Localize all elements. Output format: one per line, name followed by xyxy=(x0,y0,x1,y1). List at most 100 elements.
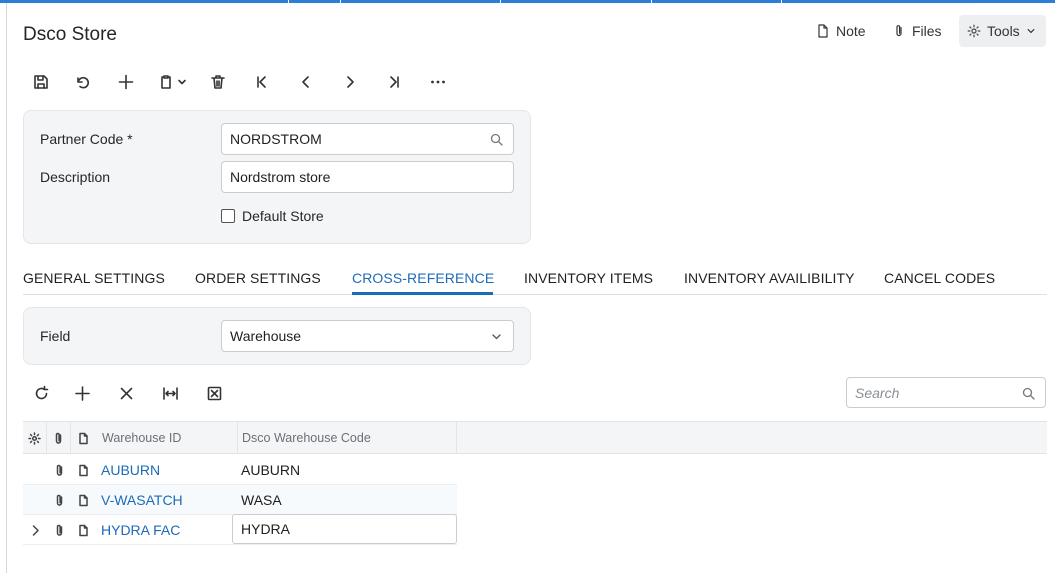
partner-code-label: Partner Code * xyxy=(40,131,133,147)
current-row-indicator xyxy=(23,515,47,545)
note-cell[interactable] xyxy=(71,455,95,485)
top-bar-divider xyxy=(288,0,289,3)
dsco-warehouse-code-editor[interactable]: HYDRA xyxy=(232,514,457,544)
left-border xyxy=(6,3,7,573)
grid-toolbar xyxy=(22,377,236,409)
export-excel-button[interactable] xyxy=(192,377,236,409)
top-bar-divider xyxy=(340,0,341,3)
note-cell[interactable] xyxy=(71,515,95,545)
save-button[interactable] xyxy=(22,66,60,98)
dsco-warehouse-code-cell[interactable]: WASA xyxy=(241,485,282,515)
files-label: Files xyxy=(912,23,942,39)
partner-code-field[interactable]: NORDSTROM xyxy=(221,123,514,155)
tab-general-settings[interactable]: GENERAL SETTINGS xyxy=(23,270,165,286)
chevron-down-icon xyxy=(492,334,501,340)
search-icon[interactable] xyxy=(490,133,503,146)
add-button[interactable] xyxy=(104,66,148,98)
copy-paste-button[interactable] xyxy=(148,66,196,98)
delete-row-icon xyxy=(120,387,132,399)
chevron-down-icon xyxy=(178,79,186,85)
default-store-checkbox[interactable] xyxy=(221,209,235,223)
delete-row-button[interactable] xyxy=(104,377,148,409)
tools-button[interactable]: Tools xyxy=(959,15,1046,47)
note-label: Note xyxy=(836,23,866,39)
table-row[interactable]: V-WASATCH WASA xyxy=(23,485,457,515)
last-record-button[interactable] xyxy=(372,66,416,98)
copy-paste-icon xyxy=(161,75,171,89)
paperclip-icon xyxy=(56,464,62,476)
record-toolbar xyxy=(22,66,460,98)
undo-button[interactable] xyxy=(60,66,104,98)
delete-button[interactable] xyxy=(196,66,240,98)
field-select-value: Warehouse xyxy=(230,328,302,344)
column-settings-cell[interactable] xyxy=(23,422,47,454)
note-icon xyxy=(78,464,88,476)
first-record-icon xyxy=(257,76,266,88)
field-select[interactable]: Warehouse xyxy=(221,320,514,352)
default-store-label: Default Store xyxy=(242,208,324,224)
partner-code-value: NORDSTROM xyxy=(230,131,322,147)
more-actions-button[interactable] xyxy=(416,66,460,98)
last-record-icon xyxy=(390,76,399,88)
table-row[interactable]: AUBURN AUBURN xyxy=(23,455,457,485)
table-row[interactable]: HYDRA FAC HYDRA xyxy=(23,514,457,545)
gear-icon xyxy=(28,431,41,445)
next-record-button[interactable] xyxy=(328,66,372,98)
note-cell[interactable] xyxy=(71,485,95,515)
warehouse-id-link[interactable]: HYDRA FAC xyxy=(101,515,180,545)
refresh-icon xyxy=(35,385,48,399)
paperclip-icon xyxy=(55,432,62,444)
previous-icon xyxy=(302,76,309,88)
description-label: Description xyxy=(40,169,111,185)
column-header-dsco-warehouse-code[interactable]: Dsco Warehouse Code xyxy=(238,422,457,454)
tools-label: Tools xyxy=(987,23,1020,39)
tab-inventory-availability[interactable]: INVENTORY AVAILIBILITY xyxy=(684,270,855,286)
note-icon xyxy=(78,432,88,444)
delete-icon xyxy=(211,75,225,89)
column-header-warehouse-id[interactable]: Warehouse ID xyxy=(95,422,238,454)
tab-inventory-items[interactable]: INVENTORY ITEMS xyxy=(524,270,653,286)
next-icon xyxy=(347,76,354,88)
note-button[interactable]: Note xyxy=(808,15,874,47)
note-icon xyxy=(78,524,88,536)
top-bar-divider xyxy=(781,0,782,3)
attachment-cell[interactable] xyxy=(47,455,71,485)
paperclip-icon xyxy=(56,524,62,536)
tab-order-settings[interactable]: ORDER SETTINGS xyxy=(195,270,321,286)
files-button[interactable]: Files xyxy=(884,15,950,47)
grid-search-box[interactable] xyxy=(846,377,1046,408)
chevron-down-icon xyxy=(1027,29,1035,34)
note-icon xyxy=(78,494,88,506)
refresh-button[interactable] xyxy=(22,377,60,409)
description-field[interactable]: Nordstrom store xyxy=(221,161,514,193)
add-row-icon xyxy=(74,385,90,401)
attachment-cell[interactable] xyxy=(47,515,71,545)
tab-cancel-codes[interactable]: CANCEL CODES xyxy=(884,270,995,286)
grid-header: Warehouse ID Dsco Warehouse Code xyxy=(23,421,1047,454)
search-icon[interactable] xyxy=(1022,387,1035,400)
chevron-right-icon xyxy=(32,524,39,536)
top-bar-divider xyxy=(500,0,501,3)
grid-search-input[interactable] xyxy=(855,384,1015,401)
add-row-button[interactable] xyxy=(60,377,104,409)
tab-bar: GENERAL SETTINGS ORDER SETTINGS CROSS-RE… xyxy=(23,262,1047,295)
undo-icon xyxy=(77,76,89,89)
top-accent-bar xyxy=(0,0,1055,3)
fit-columns-button[interactable] xyxy=(148,377,192,409)
attachment-cell[interactable] xyxy=(47,485,71,515)
warehouse-id-link[interactable]: V-WASATCH xyxy=(101,485,183,515)
dsco-warehouse-code-cell[interactable]: AUBURN xyxy=(241,455,300,485)
active-tab-indicator xyxy=(352,292,493,295)
previous-record-button[interactable] xyxy=(284,66,328,98)
tab-cross-reference[interactable]: CROSS-REFERENCE xyxy=(352,270,494,286)
export-excel-icon xyxy=(207,386,221,400)
fit-columns-icon xyxy=(162,386,178,400)
first-record-button[interactable] xyxy=(240,66,284,98)
page-title: Dsco Store xyxy=(23,24,117,45)
attachments-column-header xyxy=(47,422,71,454)
paperclip-icon xyxy=(56,494,62,506)
warehouse-id-link[interactable]: AUBURN xyxy=(101,455,160,485)
save-icon xyxy=(34,75,48,89)
notes-column-header xyxy=(71,422,95,454)
more-icon xyxy=(431,80,445,84)
